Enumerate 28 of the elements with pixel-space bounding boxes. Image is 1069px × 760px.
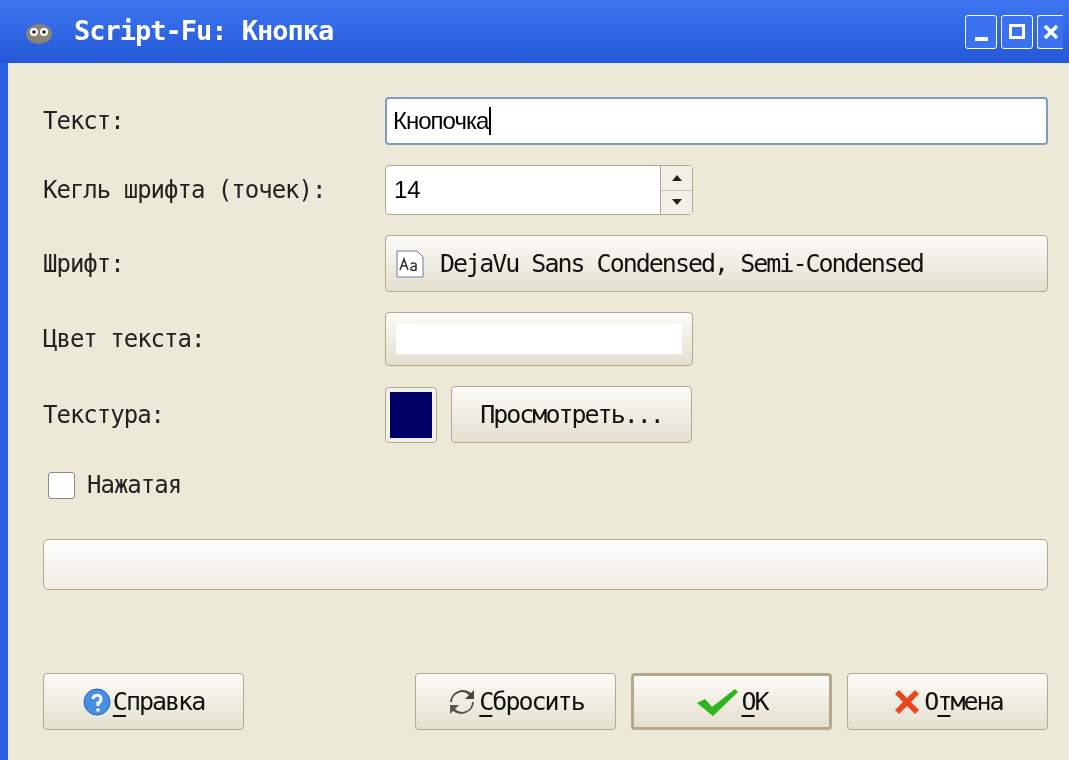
down-arrow-icon (671, 199, 682, 206)
browse-button[interactable]: Просмотреть... (451, 386, 692, 443)
text-field[interactable]: Кнопочка (385, 97, 1048, 145)
field-label: Текстура: (43, 399, 166, 431)
color-button[interactable] (385, 312, 693, 366)
window-title: Script-Fu: Кнопка (74, 14, 334, 49)
maximize-button[interactable] (1001, 14, 1033, 49)
font-button[interactable]: DejaVu Sans Condensed, Semi-Condensed (385, 235, 1048, 292)
help-icon (82, 687, 111, 716)
field-label: Текст: (43, 106, 125, 137)
dialog-button[interactable]: Отмена (847, 673, 1048, 730)
spin-up-button[interactable] (661, 166, 692, 191)
texture-swatch[interactable] (385, 386, 437, 443)
field-label: Шрифт: (43, 248, 125, 280)
close-icon (1042, 23, 1059, 40)
minimize-button[interactable] (965, 14, 997, 49)
dialog-button[interactable]: OK (631, 673, 832, 730)
dialog-button[interactable]: Сбросить (415, 673, 616, 730)
field-label: Цвет текста: (43, 324, 206, 355)
font-icon (396, 249, 424, 278)
field-label: Кегль шрифта (точек): (43, 175, 327, 206)
dialog-button[interactable]: Справка (43, 673, 244, 730)
close-button[interactable] (1037, 14, 1063, 49)
up-arrow-icon (671, 174, 682, 181)
pressed-checkbox[interactable]: Нажатая (48, 467, 1048, 503)
spin-down-button[interactable] (661, 190, 692, 214)
checkmark-icon (695, 686, 740, 717)
spin-field[interactable]: 14 (385, 165, 693, 215)
